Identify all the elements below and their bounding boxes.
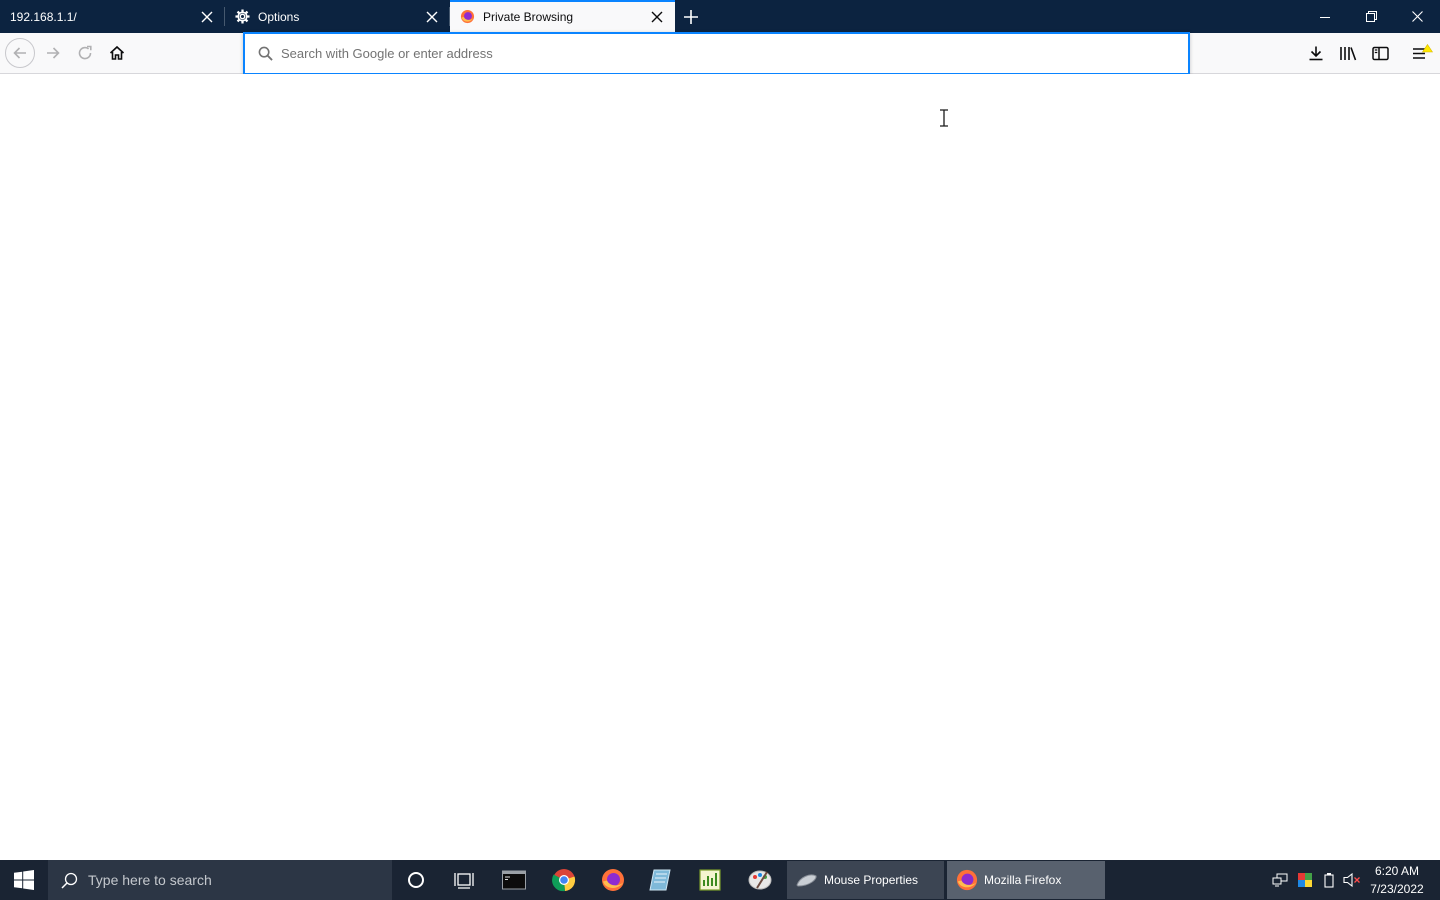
plus-icon (684, 10, 698, 24)
taskbar-window-mouse-properties[interactable]: Mouse Properties (787, 861, 944, 899)
close-tab-icon[interactable] (197, 7, 217, 27)
new-tab-button[interactable] (678, 4, 704, 30)
reload-icon (78, 45, 92, 60)
task-view-icon (454, 873, 474, 889)
tab-title: Options (258, 9, 300, 24)
library-button[interactable] (1333, 38, 1363, 68)
downloads-button[interactable] (1301, 38, 1331, 68)
firefox-icon (602, 869, 624, 891)
clock-date: 7/23/2022 (1370, 882, 1424, 896)
navigation-toolbar (0, 32, 1440, 75)
taskbar-app-terminal[interactable] (490, 860, 538, 900)
spreadsheet-icon (699, 869, 721, 891)
gear-icon (234, 9, 250, 25)
cortana-button[interactable] (392, 860, 440, 900)
tab-title: Private Browsing (483, 9, 574, 24)
notepad-icon (649, 869, 671, 891)
clock-time: 6:20 AM (1374, 864, 1420, 878)
color-app-tray-icon[interactable] (1296, 871, 1314, 889)
volume-muted-tray-icon[interactable] (1343, 871, 1361, 889)
sidebar-toggle-button[interactable] (1365, 38, 1395, 68)
search-icon (60, 871, 78, 889)
address-input[interactable] (281, 46, 881, 61)
taskbar-app-paint[interactable] (736, 860, 784, 900)
forward-button[interactable] (38, 38, 68, 68)
close-tab-icon[interactable] (647, 7, 667, 27)
start-button[interactable] (0, 860, 48, 900)
address-bar[interactable] (243, 32, 1190, 75)
battery-tray-icon[interactable] (1320, 871, 1338, 889)
network-tray-icon[interactable] (1271, 871, 1289, 889)
terminal-icon (502, 870, 526, 890)
close-tab-icon[interactable] (422, 7, 442, 27)
taskbar-window-mozilla-firefox[interactable]: Mozilla Firefox (947, 861, 1105, 899)
arrow-left-icon (13, 47, 26, 59)
restore-button[interactable] (1348, 0, 1394, 33)
taskbar-window-label: Mouse Properties (824, 873, 919, 887)
tab-title: 192.168.1.1/ (10, 9, 77, 24)
windows-taskbar: Type here to search Mouse Properties Moz… (0, 860, 1440, 900)
hamburger-menu-icon (1413, 44, 1433, 59)
taskbar-app-chrome[interactable] (540, 860, 588, 900)
firefox-icon (459, 9, 475, 25)
minimize-button[interactable] (1302, 0, 1348, 33)
sidebar-icon (1371, 46, 1389, 60)
close-window-button[interactable] (1394, 0, 1440, 33)
system-clock[interactable]: 6:20 AM 7/23/2022 (1364, 860, 1430, 900)
minimize-icon (1320, 16, 1330, 18)
menu-button[interactable] (1407, 38, 1437, 68)
paint-icon (748, 870, 772, 890)
reload-button[interactable] (70, 38, 100, 68)
taskbar-app-firefox[interactable] (589, 860, 637, 900)
text-cursor-icon (940, 109, 948, 127)
library-icon (1340, 47, 1357, 61)
close-icon (1411, 11, 1423, 22)
download-icon (1309, 46, 1323, 61)
page-content[interactable] (0, 74, 1440, 860)
home-button[interactable] (102, 38, 132, 68)
taskbar-search-placeholder: Type here to search (88, 872, 212, 888)
tab-private-browsing[interactable]: Private Browsing (450, 0, 675, 33)
taskbar-app-notepad[interactable] (637, 860, 685, 900)
back-button[interactable] (5, 38, 35, 68)
tab-strip: 192.168.1.1/ Options Private Browsing (0, 0, 1440, 33)
firefox-icon (956, 869, 978, 891)
tab-options[interactable]: Options (225, 0, 450, 33)
mouse-icon (796, 869, 818, 891)
search-icon (257, 46, 273, 62)
home-icon (109, 45, 125, 60)
taskbar-search-box[interactable]: Type here to search (48, 860, 392, 900)
tab-192-168-1-1[interactable]: 192.168.1.1/ (0, 0, 225, 33)
taskbar-app-spreadsheet[interactable] (686, 860, 734, 900)
restore-icon (1365, 11, 1377, 22)
task-view-button[interactable] (440, 860, 488, 900)
cortana-icon (408, 872, 424, 888)
chrome-icon (552, 869, 576, 892)
firefox-window: 192.168.1.1/ Options Private Browsing Se… (0, 0, 1440, 900)
arrow-right-icon (47, 47, 60, 59)
windows-logo-icon (14, 870, 34, 890)
taskbar-window-label: Mozilla Firefox (984, 873, 1062, 887)
